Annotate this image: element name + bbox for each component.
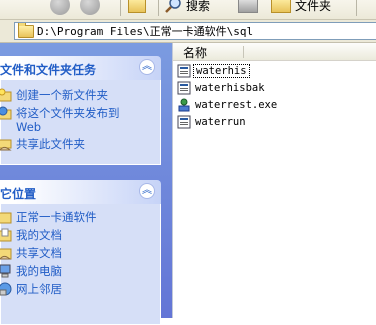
folder-icon <box>0 212 12 224</box>
folder-icon <box>18 23 34 38</box>
task-new-folder[interactable]: 创建一个新文件夹 <box>0 88 160 102</box>
file-tasks-body: 创建一个新文件夹 将这个文件夹发布到 Web 共享此文件夹 <box>0 80 161 165</box>
my-documents-icon <box>0 228 12 242</box>
publish-web-icon <box>0 106 12 120</box>
sql-file-icon <box>177 64 191 78</box>
place-my-documents[interactable]: 我的文档 <box>0 228 160 242</box>
sql-file-icon <box>177 81 191 95</box>
file-name: waterrest.exe <box>195 99 278 111</box>
shared-documents-icon <box>0 248 12 260</box>
task-share-folder-label: 共享此文件夹 <box>16 137 85 151</box>
forward-arrow-icon <box>80 0 100 15</box>
toolbar-separator <box>356 0 357 16</box>
file-name: waterhis <box>193 64 250 78</box>
place-parent-folder-label: 正常一卡通软件 <box>16 210 97 224</box>
task-share-folder[interactable]: 共享此文件夹 <box>0 137 160 151</box>
folders-icon <box>271 0 291 13</box>
toolbar-separator <box>120 0 121 16</box>
toolbar: 搜索 文件夹 <box>0 0 376 20</box>
file-item[interactable]: waterhisbak <box>177 80 267 96</box>
place-my-computer[interactable]: 我的电脑 <box>0 264 160 278</box>
exe-app-icon <box>178 98 190 112</box>
move-to-button[interactable] <box>238 0 258 16</box>
search-icon <box>165 0 181 13</box>
other-places-header[interactable]: 其它位置 ︽ <box>0 180 161 204</box>
file-name: waterhisbak <box>195 82 265 94</box>
place-network-label: 网上邻居 <box>16 282 62 296</box>
task-pane: 文件和文件夹任务 ︽ 创建一个新文件夹 将这个文件夹发布到 Web 共享此文件夹… <box>0 43 172 325</box>
other-places-body: 正常一卡通软件 我的文档 共享文档 我的电脑 网上邻居 <box>0 204 161 325</box>
up-folder-icon <box>128 0 146 13</box>
search-button[interactable]: 搜索 <box>164 0 210 16</box>
up-folder-button[interactable] <box>128 0 146 16</box>
folders-button[interactable]: 文件夹 <box>271 0 331 16</box>
back-nav-button[interactable] <box>50 0 70 16</box>
forward-button[interactable] <box>80 0 100 16</box>
column-separator[interactable] <box>243 46 244 58</box>
place-shared-documents[interactable]: 共享文档 <box>0 246 160 260</box>
share-icon <box>0 139 12 151</box>
place-network[interactable]: 网上邻居 <box>0 282 160 296</box>
column-header-name[interactable]: 名称 <box>173 43 376 61</box>
task-new-folder-label: 创建一个新文件夹 <box>16 88 108 102</box>
file-tasks-panel: 文件和文件夹任务 ︽ 创建一个新文件夹 将这个文件夹发布到 Web 共享此文件夹 <box>0 56 161 165</box>
my-computer-icon <box>0 264 11 278</box>
place-my-computer-label: 我的电脑 <box>16 264 62 278</box>
column-name-label: 名称 <box>183 46 208 60</box>
file-list: 名称 waterhis waterhisbak waterrest.exe wa… <box>173 43 376 318</box>
address-bar: D:\Program Files\正常一卡通软件\sql <box>0 20 376 43</box>
place-my-documents-label: 我的文档 <box>16 228 62 242</box>
address-field[interactable]: D:\Program Files\正常一卡通软件\sql <box>14 22 376 40</box>
back-arrow-icon <box>50 0 70 15</box>
new-folder-icon <box>0 88 12 102</box>
move-to-icon <box>238 0 258 13</box>
file-item[interactable]: waterrest.exe <box>177 97 279 113</box>
other-places-panel: 其它位置 ︽ 正常一卡通软件 我的文档 <box>0 180 161 325</box>
collapse-icon[interactable]: ︽ <box>139 183 155 199</box>
place-shared-documents-label: 共享文档 <box>16 246 62 260</box>
file-tasks-title: 文件和文件夹任务 <box>0 63 97 77</box>
file-item[interactable]: waterhis <box>177 63 250 79</box>
other-places-title: 其它位置 <box>0 187 37 201</box>
file-tasks-header[interactable]: 文件和文件夹任务 ︽ <box>0 56 161 80</box>
folders-label: 文件夹 <box>295 0 332 13</box>
task-publish-web-label: 将这个文件夹发布到 Web <box>16 106 120 134</box>
file-name: waterrun <box>195 116 246 128</box>
place-parent-folder[interactable]: 正常一卡通软件 <box>0 210 160 224</box>
toolbar-separator <box>158 0 159 16</box>
sql-file-icon <box>177 115 191 129</box>
search-label: 搜索 <box>186 0 211 13</box>
address-path: D:\Program Files\正常一卡通软件\sql <box>37 25 254 38</box>
task-publish-web[interactable]: 将这个文件夹发布到 Web <box>0 106 159 134</box>
network-places-icon <box>0 282 12 296</box>
collapse-icon[interactable]: ︽ <box>139 59 155 75</box>
file-item[interactable]: waterrun <box>177 114 248 130</box>
